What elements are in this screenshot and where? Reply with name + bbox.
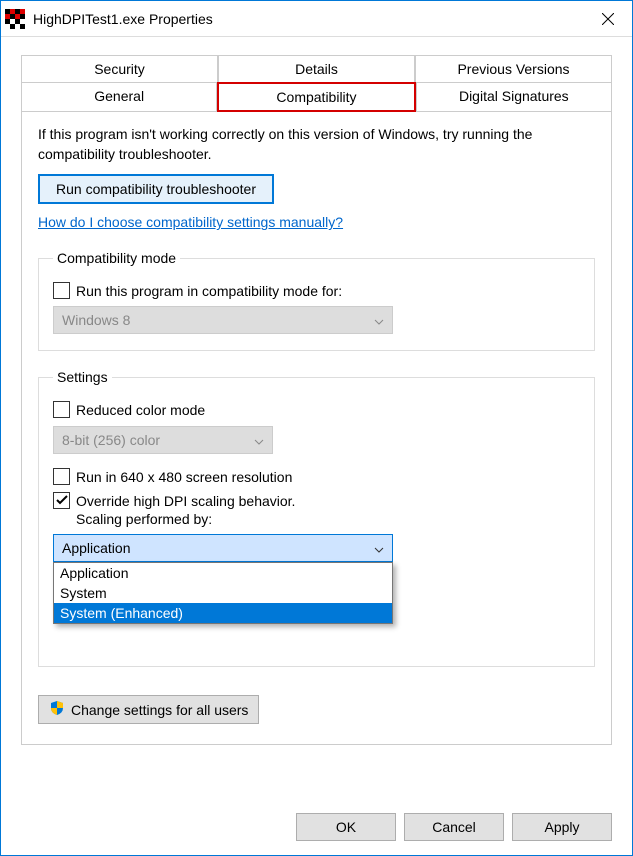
tab-security[interactable]: Security [21,55,218,83]
compat-mode-label: Run this program in compatibility mode f… [76,282,342,300]
dialog-footer: OK Cancel Apply [296,813,612,841]
compatibility-mode-group: Compatibility mode Run this program in c… [38,250,595,351]
change-all-users-button[interactable]: Change settings for all users [38,695,259,724]
ok-button[interactable]: OK [296,813,396,841]
cancel-button[interactable]: Cancel [404,813,504,841]
compat-mode-checkbox[interactable] [53,282,70,299]
dpi-override-checkbox[interactable] [53,492,70,509]
lowres-label: Run in 640 x 480 screen resolution [76,468,292,486]
tab-compatibility[interactable]: Compatibility [217,82,415,112]
close-icon [602,13,614,25]
intro-text: If this program isn't working correctly … [38,125,595,164]
dpi-option-system-enhanced[interactable]: System (Enhanced) [54,603,392,623]
dpi-option-system[interactable]: System [54,583,392,603]
chevron-down-icon [254,432,264,448]
titlebar: HighDPITest1.exe Properties [1,1,632,37]
close-button[interactable] [588,4,628,34]
reduced-color-label: Reduced color mode [76,401,205,419]
compatibility-panel: If this program isn't working correctly … [21,111,612,745]
compat-mode-combo: Windows 8 [53,306,393,334]
tab-digital-signatures[interactable]: Digital Signatures [416,82,612,112]
dpi-option-application[interactable]: Application [54,563,392,583]
tab-general[interactable]: General [21,82,217,112]
dpi-scaling-dropdown: Application System System (Enhanced) [53,562,393,624]
lowres-checkbox[interactable] [53,468,70,485]
manual-settings-link[interactable]: How do I choose compatibility settings m… [38,214,343,230]
settings-group: Settings Reduced color mode 8-bit (256) … [38,369,595,667]
reduced-color-checkbox[interactable] [53,401,70,418]
color-mode-combo: 8-bit (256) color [53,426,273,454]
run-troubleshooter-button[interactable]: Run compatibility troubleshooter [38,174,274,204]
compat-mode-legend: Compatibility mode [53,250,180,266]
dpi-override-label: Override high DPI scaling behavior. Scal… [76,492,295,528]
dpi-scaling-combo[interactable]: Application [53,534,393,562]
chevron-down-icon [374,312,384,328]
window-title: HighDPITest1.exe Properties [33,11,588,27]
settings-legend: Settings [53,369,112,385]
tab-details[interactable]: Details [218,55,415,83]
shield-icon [49,700,65,719]
tab-previous-versions[interactable]: Previous Versions [415,55,612,83]
apply-button[interactable]: Apply [512,813,612,841]
chevron-down-icon [374,540,384,556]
app-icon [5,9,25,29]
